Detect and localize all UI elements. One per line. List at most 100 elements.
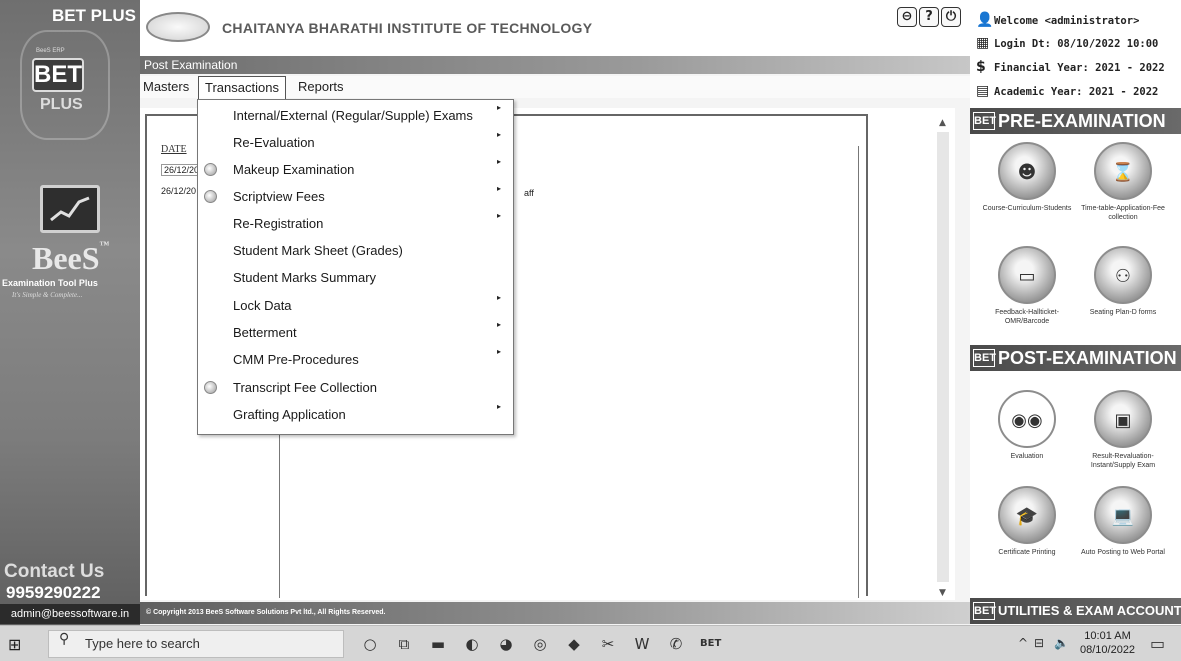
menu-bar: Masters Transactions Reports [140, 76, 970, 100]
menu-item-re-registration[interactable]: Re-Registration ▸ [198, 210, 513, 237]
monitor-chart-icon [40, 185, 100, 233]
post-examination-banner[interactable]: BET POST-EXAMINATION [970, 345, 1181, 371]
power-button[interactable]: ⏻ [941, 7, 961, 27]
app-icon[interactable]: ◆ [564, 634, 584, 654]
search-placeholder: Type here to search [85, 636, 200, 651]
tile-label: Time-table-Application-Fee collection [1081, 205, 1165, 221]
tile-result-revaluation[interactable]: ▣ Result-Revaluation-Instant/Supply Exam [1078, 390, 1168, 470]
clock-time: 10:01 AM [1084, 630, 1131, 642]
bet-logo: BET [32, 58, 84, 92]
menu-item-label: CMM Pre-Procedures [233, 352, 359, 367]
menu-item-makeup-examination[interactable]: Makeup Examination ▸ [198, 156, 513, 183]
user-icon: 👤 [976, 12, 994, 28]
menu-item-student-marks-summary[interactable]: Student Marks Summary [198, 264, 513, 291]
tile-label: Feedback-Hallticket-OMR/Barcode [995, 309, 1059, 325]
pre-examination-banner[interactable]: BET PRE-EXAMINATION [970, 108, 1181, 134]
bet-badge-icon: BET [973, 602, 996, 620]
cortana-icon[interactable]: ○ [360, 634, 380, 654]
tile-seating-plan[interactable]: ⚇ Seating Plan-D forms [1078, 246, 1168, 317]
menu-reports[interactable]: Reports [298, 79, 344, 94]
search-icon: ⚲ [59, 631, 70, 647]
chrome-icon[interactable]: ◎ [530, 634, 550, 654]
firefox-icon[interactable]: ◕ [496, 634, 516, 654]
welcome-row: 👤Welcome <administrator> [976, 12, 1139, 28]
menu-item-internal-external[interactable]: Internal/External (Regular/Supple) Exams… [198, 102, 513, 129]
notification-icon[interactable]: ▭ [1150, 634, 1165, 653]
brand-name: BeeS™ [32, 240, 110, 277]
product-name: BET PLUS [51, 6, 136, 25]
menu-item-label: Betterment [233, 325, 297, 340]
tile-auto-posting[interactable]: 💻 Auto Posting to Web Portal [1078, 486, 1168, 557]
financial-year-text: Financial Year: 2021 - 2022 [994, 62, 1165, 74]
academic-year-row: ▤ Academic Year: 2021 - 2022 [976, 83, 1158, 99]
tile-label: Certificate Printing [998, 549, 1056, 556]
menu-item-re-evaluation[interactable]: Re-Evaluation ▸ [198, 129, 513, 156]
scanner-icon: ▭ [998, 246, 1056, 304]
taskbar-search[interactable]: ⚲ Type here to search [48, 630, 344, 658]
calendar-icon: ▦ [976, 35, 990, 51]
app-window: BET PLUS BeeS ERP BET PLUS BeeS™ Examina… [0, 0, 1181, 661]
menu-masters[interactable]: Masters [143, 79, 189, 94]
graduation-cap-icon: 🎓 [998, 486, 1056, 544]
document-icon: ▤ [976, 83, 990, 99]
financial-year-row: $ Financial Year: 2021 - 2022 [976, 59, 1165, 75]
banner-label: POST-EXAMINATION [998, 348, 1177, 368]
menu-item-scriptview-fees[interactable]: Scriptview Fees ▸ [198, 183, 513, 210]
menu-item-betterment[interactable]: Betterment ▸ [198, 319, 513, 346]
globe-icon [204, 381, 217, 394]
submenu-arrow-icon: ▸ [496, 293, 501, 302]
tile-certificate-printing[interactable]: 🎓 Certificate Printing [982, 486, 1072, 557]
menu-item-cmm-pre-procedures[interactable]: CMM Pre-Procedures ▸ [198, 346, 513, 373]
seating-icon: ⚇ [1094, 246, 1152, 304]
menu-item-grafting-application[interactable]: Grafting Application ▸ [198, 401, 513, 428]
volume-icon[interactable]: 🔈 [1054, 636, 1069, 650]
institute-title: CHAITANYA BHARATHI INSTITUTE OF TECHNOLO… [222, 20, 593, 36]
snipping-icon[interactable]: ✂ [598, 634, 618, 654]
contact-email[interactable]: admin@beessoftware.in [0, 604, 140, 624]
tile-feedback-hallticket[interactable]: ▭ Feedback-Hallticket-OMR/Barcode [982, 246, 1072, 326]
tray-chevron-icon[interactable]: ^ [1018, 636, 1028, 650]
partial-cell-text: aff [524, 188, 534, 198]
menu-item-transcript-fee[interactable]: Transcript Fee Collection [198, 374, 513, 401]
menu-item-label: Student Mark Sheet (Grades) [233, 243, 403, 258]
brand-text: BeeS [32, 240, 100, 276]
presentation-icon: ▣ [1094, 390, 1152, 448]
network-icon[interactable]: ⊟ [1034, 636, 1044, 650]
bet-app-icon[interactable]: BET [700, 634, 721, 654]
word-icon[interactable]: W [632, 634, 652, 654]
tile-course-curriculum[interactable]: ☻ Course-Curriculum-Students [982, 142, 1072, 213]
tile-label: Evaluation [1010, 453, 1044, 460]
academic-year-text: Academic Year: 2021 - 2022 [994, 86, 1159, 98]
utilities-banner[interactable]: BET UTILITIES & EXAM ACCOUNTS [970, 598, 1181, 624]
transactions-dropdown: Internal/External (Regular/Supple) Exams… [197, 99, 514, 435]
taskbar-clock[interactable]: 10:01 AM 08/10/2022 [1080, 629, 1135, 657]
whatsapp-icon[interactable]: ✆ [666, 634, 686, 654]
windows-start-icon[interactable]: ⊞ [8, 635, 21, 654]
contact-label: Contact Us [4, 561, 105, 582]
vertical-scrollbar[interactable]: ▲ ▼ [935, 118, 951, 598]
menu-transactions[interactable]: Transactions [198, 76, 286, 100]
submenu-arrow-icon: ▸ [496, 211, 501, 220]
scroll-up-icon[interactable]: ▲ [939, 118, 946, 128]
tile-evaluation[interactable]: ◉◉ Evaluation [982, 390, 1072, 461]
section-title: Post Examination [140, 56, 970, 74]
scroll-thumb[interactable] [937, 132, 949, 582]
menu-item-label: Makeup Examination [233, 162, 355, 177]
contact-phone: 9959290222 [6, 583, 101, 602]
minimize-button[interactable]: ⊖ [897, 7, 917, 27]
help-button[interactable]: ? [919, 7, 939, 27]
tile-label: Course-Curriculum-Students [982, 205, 1072, 212]
tile-time-table[interactable]: ⌛ Time-table-Application-Fee collection [1078, 142, 1168, 222]
scroll-down-icon[interactable]: ▼ [939, 588, 946, 598]
date-column-header[interactable]: DATE [161, 144, 187, 155]
menu-item-label: Grafting Application [233, 407, 346, 422]
banner-label: UTILITIES & EXAM ACCOUNTS [998, 603, 1181, 618]
menu-item-student-mark-sheet[interactable]: Student Mark Sheet (Grades) [198, 237, 513, 264]
file-explorer-icon[interactable]: ▬ [428, 634, 448, 654]
dollar-icon: $ [976, 59, 986, 75]
tile-label: Result-Revaluation-Instant/Supply Exam [1090, 453, 1156, 469]
task-view-icon[interactable]: ⧉ [394, 634, 414, 654]
menu-item-lock-data[interactable]: Lock Data ▸ [198, 292, 513, 319]
table-row[interactable]: 26/12/20 [161, 186, 196, 196]
edge-icon[interactable]: ◐ [462, 634, 482, 654]
